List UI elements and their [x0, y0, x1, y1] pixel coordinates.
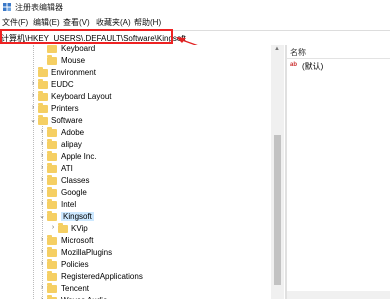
tree-item-label: Environment	[51, 68, 96, 77]
tree-item-kingsoft[interactable]: ⌄ Kingsoft	[0, 211, 270, 223]
registry-tree: Keyboard Mouse Environment › EUDC › Keyboard L…	[0, 45, 285, 299]
tree-item-ati[interactable]: › ATI	[0, 163, 270, 175]
tree-item-label: Kingsoft	[61, 212, 94, 221]
name-column-header[interactable]: 名称	[290, 47, 306, 58]
tree-item-label: Policies	[61, 260, 89, 269]
folder-icon	[38, 103, 48, 113]
folder-icon	[47, 55, 57, 65]
values-horizontal-scrollbar[interactable]	[287, 291, 390, 299]
chevron-right-icon[interactable]: ›	[29, 80, 37, 87]
tree-item-waves-audio[interactable]: ›Waves Audio	[0, 295, 270, 299]
folder-icon	[38, 91, 48, 101]
folder-icon	[47, 283, 57, 293]
folder-icon	[47, 247, 57, 257]
tree-item-apple-inc-[interactable]: › Apple Inc.	[0, 151, 270, 163]
folder-icon	[47, 211, 57, 221]
tree-item-mozillaplugins[interactable]: › MozillaPlugins	[0, 247, 270, 259]
tree-item-registeredapplications[interactable]: RegisteredApplications	[0, 271, 270, 283]
tree-item-printers[interactable]: › Printers	[0, 103, 270, 115]
folder-icon	[47, 127, 57, 137]
tree-item-label: Intel	[61, 200, 77, 209]
chevron-right-icon[interactable]: ›	[29, 92, 37, 99]
tree-item-keyboard-layout[interactable]: › Keyboard Layout	[0, 91, 270, 103]
folder-icon	[58, 223, 68, 233]
chevron-right-icon[interactable]: ›	[38, 236, 46, 243]
tree-item-label: Keyboard	[61, 45, 96, 53]
folder-icon	[47, 187, 57, 197]
tree-item-policies[interactable]: › Policies	[0, 259, 270, 271]
tree-item-kvip[interactable]: › KVip	[0, 223, 270, 235]
tree-item-label: MozillaPlugins	[61, 248, 113, 257]
tree-item-label: Software	[51, 116, 83, 125]
chevron-right-icon[interactable]: ›	[38, 248, 46, 255]
tree-item-label: Microsoft	[61, 236, 94, 245]
tree-item-intel[interactable]: › Intel	[0, 199, 270, 211]
folder-icon	[38, 115, 48, 125]
tree-item-label: alipay	[61, 140, 82, 149]
chevron-right-icon[interactable]: ›	[38, 176, 46, 183]
folder-icon	[38, 67, 48, 77]
folder-icon	[47, 45, 57, 53]
chevron-right-icon[interactable]: ›	[49, 224, 57, 231]
folder-icon	[47, 259, 57, 269]
value-name: (默认)	[302, 62, 324, 71]
tree-item-eudc[interactable]: › EUDC	[0, 79, 270, 91]
tree-item-keyboard[interactable]: Keyboard	[0, 45, 270, 55]
tree-item-label: Printers	[51, 104, 79, 113]
scrollbar-thumb[interactable]	[274, 135, 281, 285]
tree-item-label: Adobe	[61, 128, 85, 137]
tree-item-label: Mouse	[61, 56, 86, 65]
chevron-right-icon[interactable]: ›	[38, 188, 46, 195]
header-divider	[287, 58, 390, 59]
tree-item-label: Classes	[61, 176, 90, 185]
chevron-right-icon[interactable]: ›	[38, 260, 46, 267]
folder-icon	[47, 151, 57, 161]
tree-item-label: EUDC	[51, 80, 74, 89]
folder-icon	[47, 199, 57, 209]
tree-item-microsoft[interactable]: › Microsoft	[0, 235, 270, 247]
tree-item-label: Tencent	[61, 284, 90, 293]
chevron-right-icon[interactable]: ›	[38, 128, 46, 135]
folder-icon	[47, 163, 57, 173]
chevron-right-icon[interactable]: ›	[38, 164, 46, 171]
tree-item-label: Keyboard Layout	[51, 92, 112, 101]
folder-icon	[47, 175, 57, 185]
tree-item-label: RegisteredApplications	[61, 272, 143, 281]
chevron-down-icon[interactable]: ⌄	[29, 116, 37, 124]
tree-item-classes[interactable]: › Classes	[0, 175, 270, 187]
chevron-right-icon[interactable]: ›	[38, 284, 46, 291]
tree-item-tencent[interactable]: › Tencent	[0, 283, 270, 295]
tree-item-alipay[interactable]: › alipay	[0, 139, 270, 151]
tree-item-environment[interactable]: Environment	[0, 67, 270, 79]
chevron-right-icon[interactable]: ›	[29, 104, 37, 111]
tree-item-label: KVip	[71, 224, 88, 233]
string-value-icon: ab	[290, 62, 298, 68]
scroll-up-icon[interactable]: ▲	[274, 46, 280, 52]
values-pane: 名称 ab (默认)	[287, 45, 390, 299]
folder-icon	[47, 139, 57, 149]
tree-item-label: Google	[61, 188, 87, 197]
tree-item-mouse[interactable]: Mouse	[0, 55, 270, 67]
folder-icon	[47, 235, 57, 245]
tree-item-adobe[interactable]: › Adobe	[0, 127, 270, 139]
tree-item-label: Apple Inc.	[61, 152, 97, 161]
tree-item-google[interactable]: › Google	[0, 187, 270, 199]
chevron-right-icon[interactable]: ›	[38, 200, 46, 207]
tree-item-software[interactable]: ⌄ Software	[0, 115, 270, 127]
chevron-down-icon[interactable]: ⌄	[38, 212, 46, 220]
folder-icon	[47, 271, 57, 281]
chevron-right-icon[interactable]: ›	[38, 152, 46, 159]
tree-item-label: ATI	[61, 164, 73, 173]
chevron-right-icon[interactable]: ›	[38, 140, 46, 147]
tree-vertical-scrollbar[interactable]: ▲	[271, 45, 284, 299]
folder-icon	[38, 79, 48, 89]
